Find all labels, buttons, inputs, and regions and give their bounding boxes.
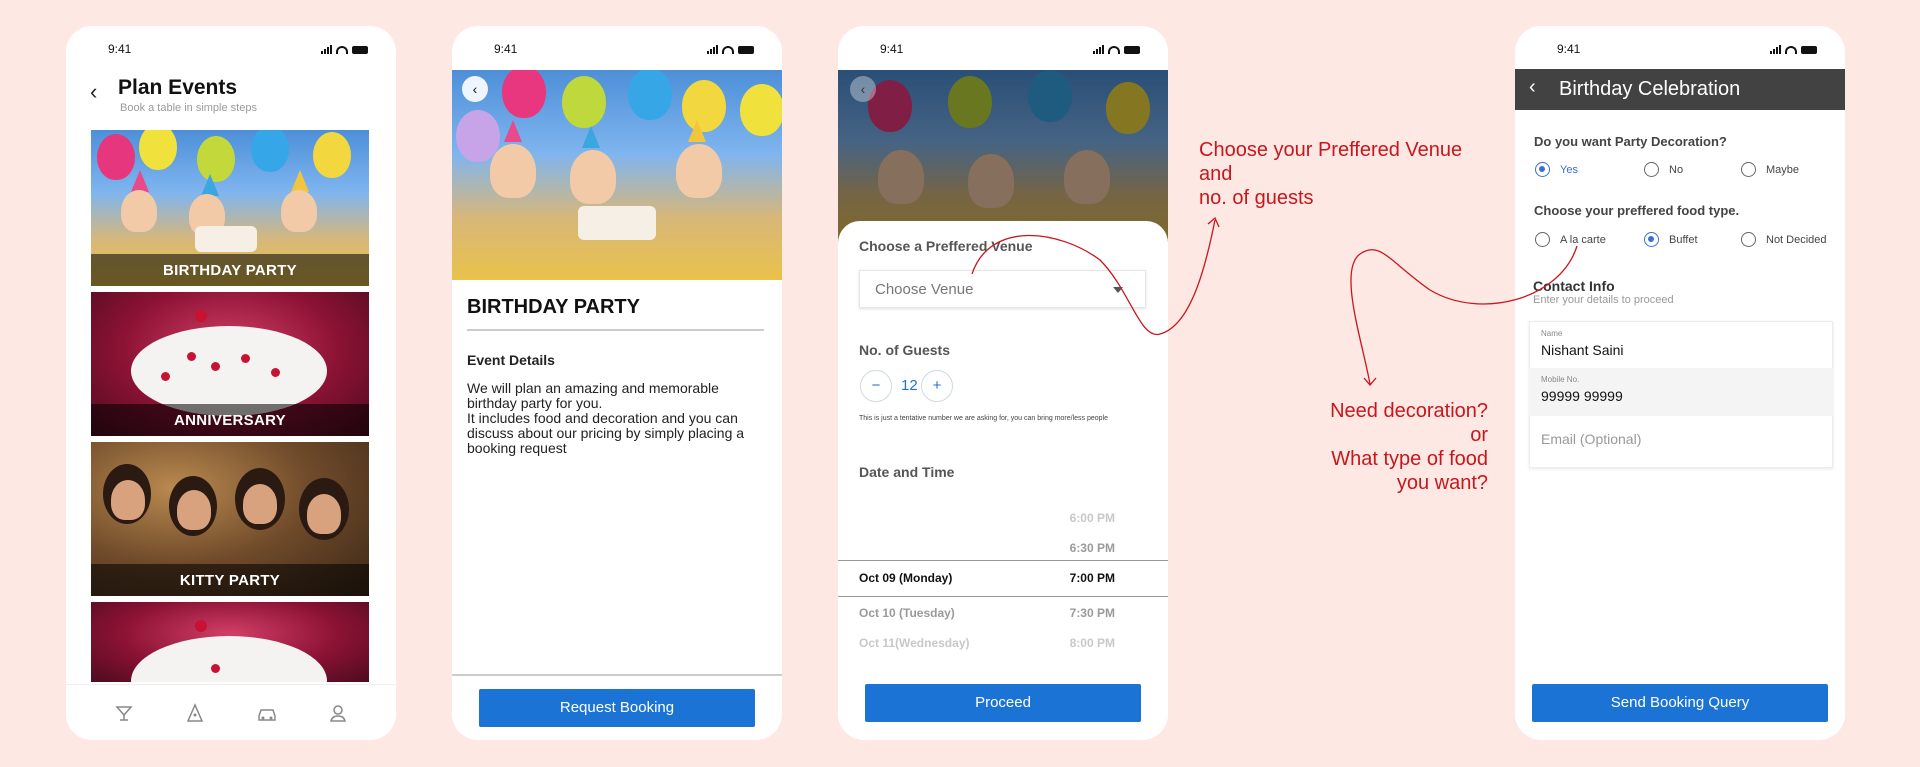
annotation-arrows [971,216,1578,386]
signal-icon [707,45,718,54]
status-bar: 9:41 [838,26,1168,70]
annotation-line: What type of food [1331,448,1488,470]
annotation-line: you want? [1396,472,1488,494]
status-time: 9:41 [1557,42,1581,56]
battery-icon [1801,46,1817,54]
battery-icon [1124,46,1140,54]
status-icons [1770,45,1817,54]
wifi-icon [722,46,734,54]
status-bar: 9:41 [1515,26,1845,70]
status-time: 9:41 [880,42,904,56]
status-bar: 9:41 [66,26,396,70]
status-time: 9:41 [494,42,518,56]
venue-arrow [971,219,1216,335]
venue-annotation: Choose your Preffered Venue and no. of g… [1199,138,1462,210]
status-time: 9:41 [108,42,132,56]
annotation-line: and [1199,163,1233,185]
signal-icon [321,45,332,54]
status-icons [1093,45,1140,54]
wifi-icon [336,46,348,54]
decoration-annotation: Need decoration? or What type of food yo… [1268,399,1488,495]
annotation-line: Need decoration? [1330,400,1488,422]
status-bar: 9:41 [452,26,782,70]
battery-icon [352,46,368,54]
annotation-line: Choose your Preffered Venue [1199,139,1463,161]
annotation-line: no. of guests [1199,187,1314,209]
status-icons [707,45,754,54]
signal-icon [1093,45,1104,54]
battery-icon [738,46,754,54]
decoration-arrow [1350,245,1578,385]
wifi-icon [1108,46,1120,54]
annotation-line: or [1470,424,1488,446]
back-button[interactable]: ‹ [850,76,876,102]
status-icons [321,45,368,54]
wifi-icon [1785,46,1797,54]
back-button[interactable]: ‹ [462,76,488,102]
signal-icon [1770,45,1781,54]
